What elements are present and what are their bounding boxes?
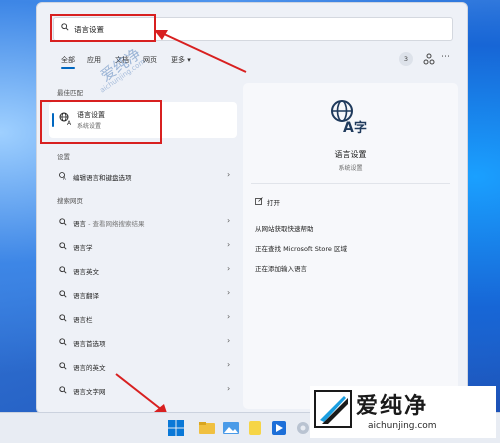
- chevron-right-icon: ›: [227, 264, 231, 273]
- settings-item-label: 编辑语言和键盘选项: [73, 174, 132, 182]
- preview-title: 语言设置: [334, 150, 367, 159]
- svg-text:A: A: [63, 176, 66, 180]
- result-highlight-box: [40, 100, 162, 144]
- search-icon: [59, 386, 67, 394]
- web-result-label: 语言学: [73, 244, 93, 252]
- divider: [251, 183, 450, 184]
- search-icon: [59, 290, 67, 298]
- chevron-right-icon: ›: [227, 288, 231, 297]
- keyboard-settings-icon: A: [59, 172, 66, 180]
- watermark-logo-url: aichunjing.com: [368, 421, 437, 431]
- points-badge: 3: [399, 52, 413, 66]
- web-result-label: 语言 - 查看网络搜索结果: [73, 220, 145, 228]
- windows-start-icon[interactable]: [167, 419, 185, 437]
- arrow-to-search: [154, 30, 247, 73]
- search-icon: [59, 266, 67, 274]
- notes-icon[interactable]: [246, 419, 264, 437]
- web-result-item[interactable]: 语言学 ›: [49, 237, 237, 255]
- tab-apps[interactable]: 应用: [87, 55, 101, 65]
- network-icon[interactable]: [423, 53, 435, 65]
- search-icon: [59, 242, 67, 250]
- chevron-right-icon: ›: [227, 384, 231, 393]
- web-result-item[interactable]: 语言栏 ›: [49, 309, 237, 327]
- chevron-right-icon: ›: [227, 170, 231, 179]
- chevron-right-icon: ›: [227, 360, 231, 369]
- web-result-label: 语言首选项: [73, 340, 106, 348]
- preview-subtitle: 系统设置: [338, 165, 363, 172]
- web-result-label: 语言栏: [73, 316, 93, 324]
- help-action[interactable]: 从网站获取快速帮助: [255, 223, 314, 233]
- language-settings-icon: A 字: [331, 100, 367, 134]
- best-match-heading: 最佳匹配: [57, 89, 83, 97]
- file-explorer-icon[interactable]: [198, 419, 216, 437]
- settings-heading: 设置: [57, 153, 70, 161]
- open-action[interactable]: 打开: [267, 197, 280, 207]
- chevron-right-icon: ›: [227, 336, 231, 345]
- web-result-item[interactable]: 语言英文 ›: [49, 261, 237, 279]
- open-icon: [255, 197, 263, 205]
- web-result-label: 语言英文: [73, 268, 99, 276]
- web-result-item[interactable]: 语言 - 查看网络搜索结果 ›: [49, 213, 237, 231]
- web-result-label: 语言翻译: [73, 292, 99, 300]
- web-search-heading: 搜索网页: [57, 197, 83, 205]
- web-result-item[interactable]: 语言首选项 ›: [49, 333, 237, 351]
- search-icon: [59, 314, 67, 322]
- svg-text:A: A: [343, 120, 354, 134]
- search-highlight-box: [50, 14, 156, 42]
- search-icon: [59, 362, 67, 370]
- web-result-item[interactable]: 语言翻译 ›: [49, 285, 237, 303]
- store-icon[interactable]: [270, 419, 288, 437]
- web-result-label: 语言文字网: [73, 388, 106, 396]
- watermark-logo-text: 爱纯净: [356, 394, 429, 419]
- add-input-language-action[interactable]: 正在添加输入语言: [255, 263, 307, 273]
- chevron-right-icon: ›: [227, 240, 231, 249]
- more-options-icon[interactable]: ⋯: [441, 52, 450, 62]
- preview-pane: A 字 语言设置 系统设置 打开 从网站获取快速帮助 正在查找 Microsof…: [243, 83, 458, 409]
- svg-text:字: 字: [354, 120, 367, 134]
- search-icon: [59, 218, 67, 226]
- watermark-logo-icon: [314, 390, 352, 428]
- chevron-right-icon: ›: [227, 216, 231, 225]
- chevron-right-icon: ›: [227, 312, 231, 321]
- store-region-action[interactable]: 正在查找 Microsoft Store 区域: [255, 243, 347, 253]
- photos-icon[interactable]: [222, 419, 240, 437]
- web-result-label: 语言的英文: [73, 364, 106, 372]
- tab-all[interactable]: 全部: [61, 55, 75, 69]
- search-icon: [59, 338, 67, 346]
- settings-item[interactable]: A 编辑语言和键盘选项 ›: [49, 167, 237, 185]
